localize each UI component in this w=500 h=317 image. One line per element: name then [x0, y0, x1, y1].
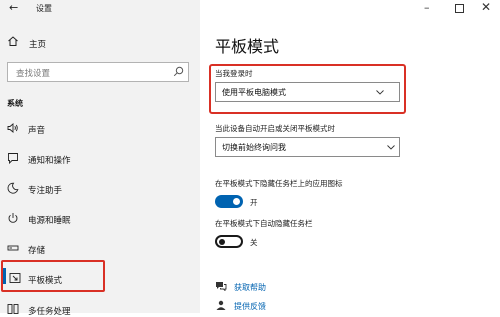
feedback-link[interactable]: 提供反馈	[234, 301, 266, 312]
minimize-button[interactable]: –	[424, 1, 430, 14]
sidebar-item-label: 通知和操作	[28, 156, 71, 166]
power-icon	[8, 213, 18, 223]
autohide-state: 关	[250, 238, 258, 247]
close-button[interactable]: ✕	[481, 0, 491, 14]
maximize-button[interactable]	[455, 4, 464, 13]
multitask-icon	[7, 304, 19, 314]
hide-icons-label: 在平板模式下隐藏任务栏上的应用图标	[215, 179, 343, 188]
signin-label: 当我登录时	[215, 69, 253, 78]
toggle-knob	[233, 198, 240, 205]
hide-icons-state: 开	[250, 198, 258, 207]
feedback-icon	[216, 300, 226, 310]
sidebar-item-label: 存储	[28, 246, 46, 256]
sidebar-item-label: 声音	[28, 126, 46, 136]
home-icon	[8, 36, 18, 46]
notification-icon	[8, 153, 18, 164]
sidebar-item-label: 专注助手	[28, 186, 63, 196]
app-title: 设置	[36, 4, 52, 13]
back-arrow-icon[interactable]: ←	[9, 1, 18, 14]
help-icon	[216, 282, 227, 291]
chevron-down-icon	[387, 145, 395, 150]
highlight-box-tablet-mode	[1, 260, 105, 292]
search-placeholder: 查找设置	[16, 69, 51, 79]
signin-dropdown-value: 使用平板电脑模式	[222, 88, 286, 97]
autoswitch-dropdown-value: 切换前始终询问我	[222, 143, 286, 152]
sidebar-item-label: 多任务处理	[28, 307, 71, 317]
get-help-link[interactable]: 获取帮助	[234, 282, 266, 293]
page-title: 平板模式	[215, 37, 280, 56]
storage-icon	[7, 245, 19, 251]
speaker-icon	[7, 123, 18, 133]
sidebar-item-label: 电源和睡眠	[28, 216, 71, 226]
autohide-label: 在平板模式下自动隐藏任务栏	[215, 219, 313, 228]
chevron-down-icon	[376, 90, 384, 95]
search-icon[interactable]	[173, 66, 184, 77]
section-label-system: 系统	[7, 99, 23, 108]
hide-icons-toggle[interactable]	[215, 195, 243, 208]
toggle-knob	[219, 239, 225, 245]
sidebar-item-home-label: 主页	[29, 40, 47, 50]
autoswitch-label: 当此设备自动开启或关闭平板模式时	[215, 124, 335, 133]
autohide-toggle[interactable]	[215, 235, 243, 248]
moon-icon	[7, 182, 19, 194]
